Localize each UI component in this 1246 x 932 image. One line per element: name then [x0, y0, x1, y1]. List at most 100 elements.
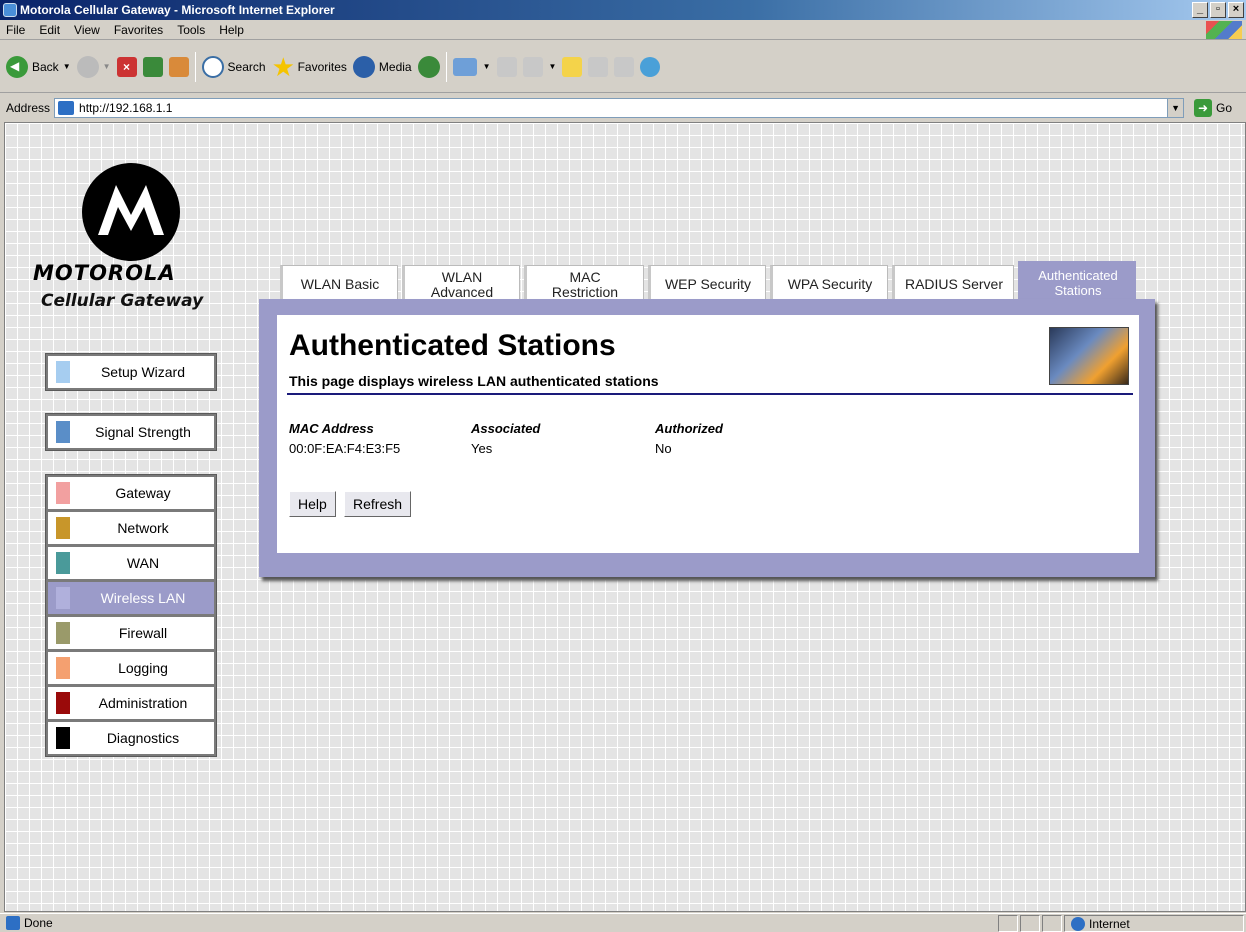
search-label: Search: [227, 59, 266, 74]
menu-file[interactable]: File: [6, 23, 25, 37]
contacts-icon[interactable]: [640, 56, 661, 77]
nav-item-network[interactable]: Network: [48, 512, 214, 544]
tab-mac-restriction[interactable]: MAC Restriction: [524, 265, 644, 303]
address-url[interactable]: http://192.168.1.1: [79, 101, 172, 115]
zone-label: Internet: [1089, 916, 1130, 931]
nav-color-swatch: [56, 692, 70, 714]
nav-item-administration[interactable]: Administration: [48, 687, 214, 719]
globe-icon: [1071, 916, 1085, 931]
forward-arrow-icon: [76, 55, 99, 78]
nav-color-swatch: [56, 622, 70, 644]
media-button[interactable]: Media: [352, 55, 412, 78]
status-panes: Internet: [998, 915, 1246, 932]
messenger-icon[interactable]: [588, 56, 609, 77]
forward-button[interactable]: ▼: [76, 55, 111, 78]
page-viewport: MOTOROLA Cellular Gateway Setup Wizard S…: [4, 122, 1246, 912]
column-header-mac: MAC Address: [289, 421, 374, 436]
toolbar-separator: [194, 51, 196, 82]
tab-label: RADIUS Server: [904, 276, 1004, 292]
status-pane: [998, 915, 1018, 932]
nav-color-swatch: [56, 657, 70, 679]
column-header-authorized: Authorized: [655, 421, 723, 436]
chevron-down-icon[interactable]: ▼: [63, 62, 71, 71]
menu-help[interactable]: Help: [219, 23, 244, 37]
tab-radius-server[interactable]: RADIUS Server: [892, 265, 1014, 303]
nav-item-firewall[interactable]: Firewall: [48, 617, 214, 649]
media-label: Media: [378, 59, 412, 74]
back-arrow-icon: [6, 55, 28, 78]
chevron-down-icon[interactable]: ▼: [483, 62, 491, 71]
tab-wlan-basic[interactable]: WLAN Basic: [280, 265, 398, 303]
back-button[interactable]: Back ▼: [6, 55, 71, 78]
address-input[interactable]: http://192.168.1.1 ▼: [54, 98, 1185, 118]
nav-color-swatch: [56, 361, 70, 383]
stop-icon[interactable]: ×: [116, 56, 137, 77]
tab-wlan-advanced[interactable]: WLAN Advanced: [402, 265, 520, 303]
status-bar: Done Internet: [0, 913, 1246, 932]
search-icon: [201, 55, 224, 78]
research-icon[interactable]: [614, 56, 635, 77]
media-icon: [352, 55, 375, 78]
nav-item-wan[interactable]: WAN: [48, 547, 214, 579]
tab-authenticated-stations[interactable]: Authenticated Stations: [1018, 261, 1136, 303]
nav-label: Gateway: [115, 485, 171, 501]
favorites-label: Favorites: [297, 59, 347, 74]
page-title: Authenticated Stations: [289, 329, 616, 362]
nav-label: WAN: [126, 555, 160, 571]
window-title-bar: Motorola Cellular Gateway - Microsoft In…: [0, 0, 1246, 20]
help-button[interactable]: Help: [289, 491, 336, 517]
page-description: This page displays wireless LAN authenti…: [289, 373, 659, 389]
tab-wep-security[interactable]: WEP Security: [648, 265, 766, 303]
nav-color-swatch: [56, 482, 70, 504]
nav-item-logging[interactable]: Logging: [48, 652, 214, 684]
nav-color-swatch: [56, 517, 70, 539]
go-button[interactable]: ➜ Go: [1194, 99, 1232, 117]
arrow-right-icon: ➜: [1194, 99, 1213, 117]
chevron-down-icon[interactable]: ▼: [103, 62, 111, 71]
menu-edit[interactable]: Edit: [39, 23, 60, 37]
nav-color-swatch: [56, 552, 70, 574]
tab-label: MAC Restriction: [551, 268, 619, 300]
address-label: Address: [6, 101, 51, 115]
mail-icon[interactable]: [452, 57, 477, 76]
nav-label: Network: [117, 520, 169, 536]
refresh-icon[interactable]: [142, 56, 163, 77]
edit-icon[interactable]: [522, 56, 543, 77]
nav-group-setup: Setup Wizard: [45, 353, 217, 391]
status-pane: [1020, 915, 1040, 932]
nav-item-setup-wizard[interactable]: Setup Wizard: [48, 356, 214, 388]
close-button[interactable]: ×: [1228, 2, 1244, 18]
menu-bar: File Edit View Favorites Tools Help: [0, 20, 1246, 40]
chevron-down-icon[interactable]: ▼: [1167, 99, 1184, 117]
nav-item-wireless-lan[interactable]: Wireless LAN: [48, 582, 214, 614]
favorites-button[interactable]: ★ Favorites: [272, 54, 347, 80]
nav-item-signal-strength[interactable]: Signal Strength: [48, 416, 214, 448]
menu-tools[interactable]: Tools: [177, 23, 205, 37]
wlan-tabs: WLAN Basic WLAN Advanced MAC Restriction…: [280, 261, 1140, 303]
minimize-button[interactable]: _: [1192, 2, 1208, 18]
discuss-icon[interactable]: [562, 56, 583, 77]
windows-flag-icon: [1206, 21, 1242, 39]
print-icon[interactable]: [496, 56, 517, 77]
status-text: Done: [24, 916, 53, 930]
security-zone: Internet: [1064, 915, 1244, 932]
nav-color-swatch: [56, 587, 70, 609]
nav-group-signal: Signal Strength: [45, 413, 217, 451]
menu-favorites[interactable]: Favorites: [114, 23, 163, 37]
history-icon[interactable]: [417, 55, 440, 78]
cell-associated: Yes: [471, 441, 493, 456]
search-button[interactable]: Search: [201, 55, 266, 78]
window-title: Motorola Cellular Gateway - Microsoft In…: [20, 3, 335, 17]
nav-item-gateway[interactable]: Gateway: [48, 477, 214, 509]
nav-item-diagnostics[interactable]: Diagnostics: [48, 722, 214, 754]
back-label: Back: [32, 59, 59, 74]
maximize-button[interactable]: ▫: [1210, 2, 1226, 18]
home-icon[interactable]: [168, 56, 189, 77]
tab-wpa-security[interactable]: WPA Security: [770, 265, 888, 303]
ie-icon: [3, 3, 17, 17]
chevron-down-icon[interactable]: ▼: [549, 62, 557, 71]
tab-label: Advanced: [430, 283, 494, 300]
refresh-button[interactable]: Refresh: [344, 491, 412, 517]
menu-view[interactable]: View: [74, 23, 100, 37]
nav-label: Diagnostics: [106, 730, 180, 746]
